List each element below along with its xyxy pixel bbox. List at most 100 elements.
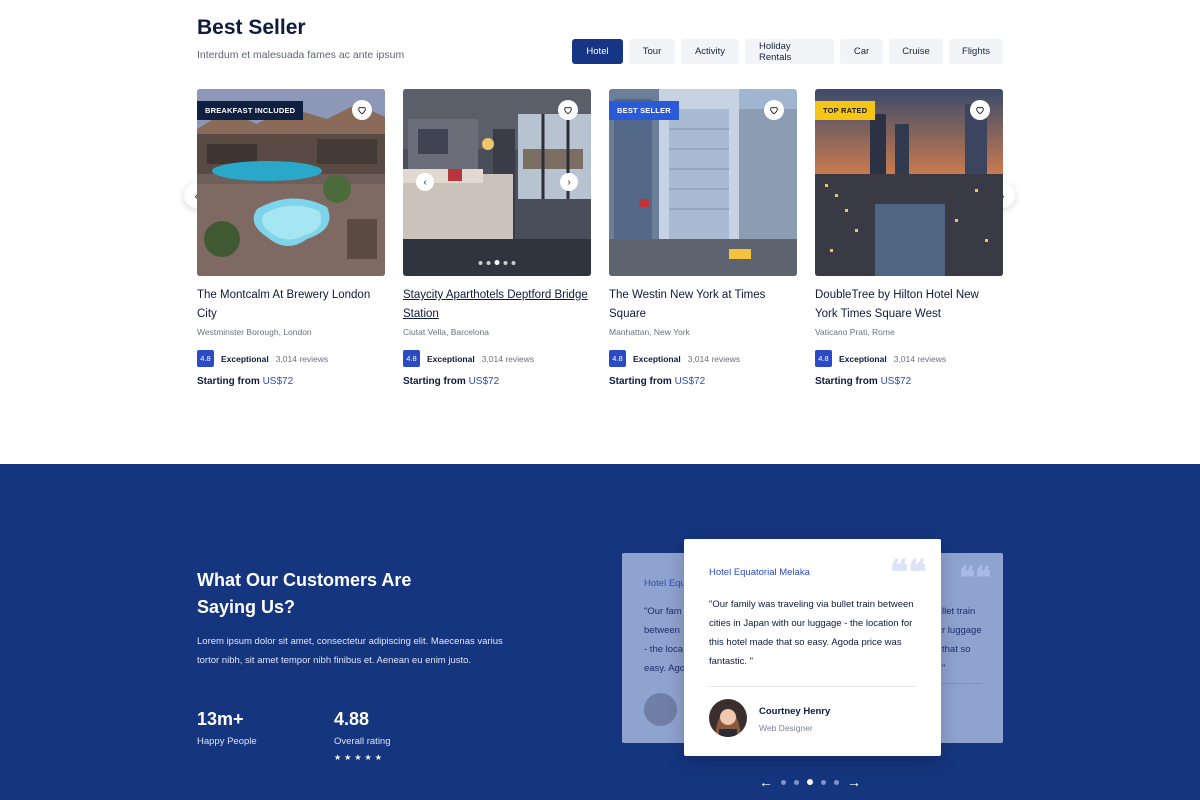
tab-hotel[interactable]: Hotel — [572, 39, 623, 64]
category-tabs: Hotel Tour Activity Holiday Rentals Car … — [572, 39, 1003, 64]
hotel-image[interactable]: ‹ › — [403, 89, 591, 276]
ghost-avatar — [644, 693, 677, 726]
score-badge: 4.8 — [403, 350, 420, 367]
card-badge: BREAKFAST INCLUDED — [197, 101, 304, 120]
ghost-quote-line: " — [942, 663, 946, 674]
rating-label: Exceptional — [221, 353, 269, 364]
hotel-rating: 4.8 Exceptional 3,014 reviews — [609, 350, 797, 367]
image-pagination — [478, 260, 516, 265]
rating-label: Exceptional — [839, 353, 887, 364]
favorite-heart-icon[interactable] — [352, 100, 372, 120]
hotel-image[interactable]: BREAKFAST INCLUDED — [197, 89, 385, 276]
tab-tour[interactable]: Tour — [629, 39, 675, 64]
pagination-dot[interactable] — [478, 260, 483, 265]
hotel-title[interactable]: The Montcalm At Brewery London City — [197, 286, 385, 324]
price-value: US$72 — [880, 376, 912, 387]
ghost-quote-line: that so — [942, 644, 971, 655]
pagination-dot[interactable] — [486, 260, 491, 265]
image-prev-button[interactable]: ‹ — [416, 173, 434, 191]
ghost-quote-line: - the loca — [644, 644, 684, 655]
hotel-location: Manhattan, New York — [609, 327, 690, 337]
hotel-card[interactable]: BEST SELLER The Westin New York at Times… — [609, 89, 797, 387]
ghost-quote-line: "Our fam — [644, 606, 682, 617]
testimonials-section: What Our Customers Are Saying Us? Lorem … — [0, 464, 1200, 800]
score-badge: 4.8 — [815, 350, 832, 367]
tab-holiday-rentals[interactable]: Holiday Rentals — [745, 39, 834, 64]
tab-car[interactable]: Car — [840, 39, 883, 64]
tab-activity[interactable]: Activity — [681, 39, 739, 64]
score-badge: 4.8 — [197, 350, 214, 367]
pagination-dot-active[interactable] — [494, 260, 500, 265]
review-count: 3,014 reviews — [893, 353, 947, 364]
section-subtitle: Interdum et malesuada fames ac ante ipsu… — [197, 49, 405, 61]
avatar — [709, 699, 747, 737]
card-badge: TOP RATED — [815, 101, 876, 120]
quote-icon: ❝❝ — [959, 561, 992, 596]
pagination-dot[interactable] — [834, 779, 839, 785]
hotel-card[interactable]: TOP RATED DoubleTree by Hilton Hotel New… — [815, 89, 1003, 387]
ghost-divider — [942, 683, 982, 684]
ghost-quote-line: easy. Ago — [644, 663, 686, 674]
pagination-dot[interactable] — [503, 260, 508, 265]
hotel-location: Ciutat Vella, Barcelona — [403, 327, 489, 337]
section-title: Best Seller — [197, 16, 306, 39]
hotel-rating: 4.8 Exceptional 3,014 reviews — [197, 350, 385, 367]
price-prefix: Starting from — [815, 376, 878, 387]
review-count: 3,014 reviews — [275, 353, 329, 364]
testimonials-description: Lorem ipsum dolor sit amet, consectetur … — [197, 636, 503, 666]
hotel-title[interactable]: The Westin New York at Times Square — [609, 286, 797, 324]
favorite-heart-icon[interactable] — [970, 100, 990, 120]
ghost-quote-line: r luggage — [942, 625, 982, 636]
hotel-location: Vaticano Prati, Rome — [815, 327, 895, 337]
favorite-heart-icon[interactable] — [764, 100, 784, 120]
stat-happy-people: 13m+ Happy People — [197, 709, 257, 747]
ghost-quote-line: llet train — [942, 606, 976, 617]
ghost-quote-line: between — [644, 625, 680, 636]
price-prefix: Starting from — [403, 376, 466, 387]
arrow-left-icon[interactable]: ← — [759, 774, 773, 790]
pagination-dot[interactable] — [794, 779, 799, 785]
quote-icon: ❝❝ — [890, 553, 927, 593]
price-prefix: Starting from — [197, 376, 260, 387]
hotel-price: Starting from US$72 — [609, 376, 797, 387]
pagination-dot[interactable] — [781, 779, 786, 785]
stat-value: 13m+ — [197, 709, 244, 729]
hotel-card[interactable]: BREAKFAST INCLUDED The Montcalm At Brewe… — [197, 89, 385, 387]
hotel-title[interactable]: DoubleTree by Hilton Hotel New York Time… — [815, 286, 1003, 324]
tab-cruise[interactable]: Cruise — [889, 39, 943, 64]
hotel-price: Starting from US$72 — [403, 376, 591, 387]
hotel-location: Westminster Borough, London — [197, 327, 312, 337]
pagination-dot[interactable] — [821, 779, 826, 785]
reviewer-role: Web Designer — [759, 723, 813, 733]
hotel-rating: 4.8 Exceptional 3,014 reviews — [403, 350, 591, 367]
price-prefix: Starting from — [609, 376, 672, 387]
pagination-dot-active[interactable] — [807, 779, 813, 785]
price-value: US$72 — [468, 376, 500, 387]
tab-flights[interactable]: Flights — [949, 39, 1003, 64]
rating-stars-icon: ★★★★★ — [334, 753, 385, 762]
hotel-price: Starting from US$72 — [815, 376, 1003, 387]
favorite-heart-icon[interactable] — [558, 100, 578, 120]
price-value: US$72 — [674, 376, 706, 387]
divider — [709, 686, 916, 687]
hotel-card[interactable]: ‹ › Staycity Aparthotels Deptford Bridge… — [403, 89, 591, 387]
price-value: US$72 — [262, 376, 294, 387]
testimonial-hotel-name: Hotel Equatorial Melaka — [709, 567, 810, 578]
score-badge: 4.8 — [609, 350, 626, 367]
stat-label: Overall rating — [334, 736, 391, 747]
pagination-dot[interactable] — [511, 260, 516, 265]
ghost-hotel-name: Hotel Equ — [644, 578, 686, 589]
stat-value: 4.88 — [334, 709, 370, 729]
hotel-image[interactable]: TOP RATED — [815, 89, 1003, 276]
testimonials-heading: What Our Customers Are Saying Us? — [197, 570, 412, 617]
hotel-rating: 4.8 Exceptional 3,014 reviews — [815, 350, 1003, 367]
testimonial-pagination: ← → — [759, 774, 861, 790]
arrow-right-icon[interactable]: → — [847, 774, 861, 790]
card-badge: BEST SELLER — [609, 101, 679, 120]
image-next-button[interactable]: › — [560, 173, 578, 191]
testimonial-quote: "Our family was traveling via bullet tra… — [709, 599, 914, 667]
hotel-title[interactable]: Staycity Aparthotels Deptford Bridge Sta… — [403, 286, 591, 324]
hotel-image[interactable]: BEST SELLER — [609, 89, 797, 276]
review-count: 3,014 reviews — [481, 353, 535, 364]
rating-label: Exceptional — [427, 353, 475, 364]
